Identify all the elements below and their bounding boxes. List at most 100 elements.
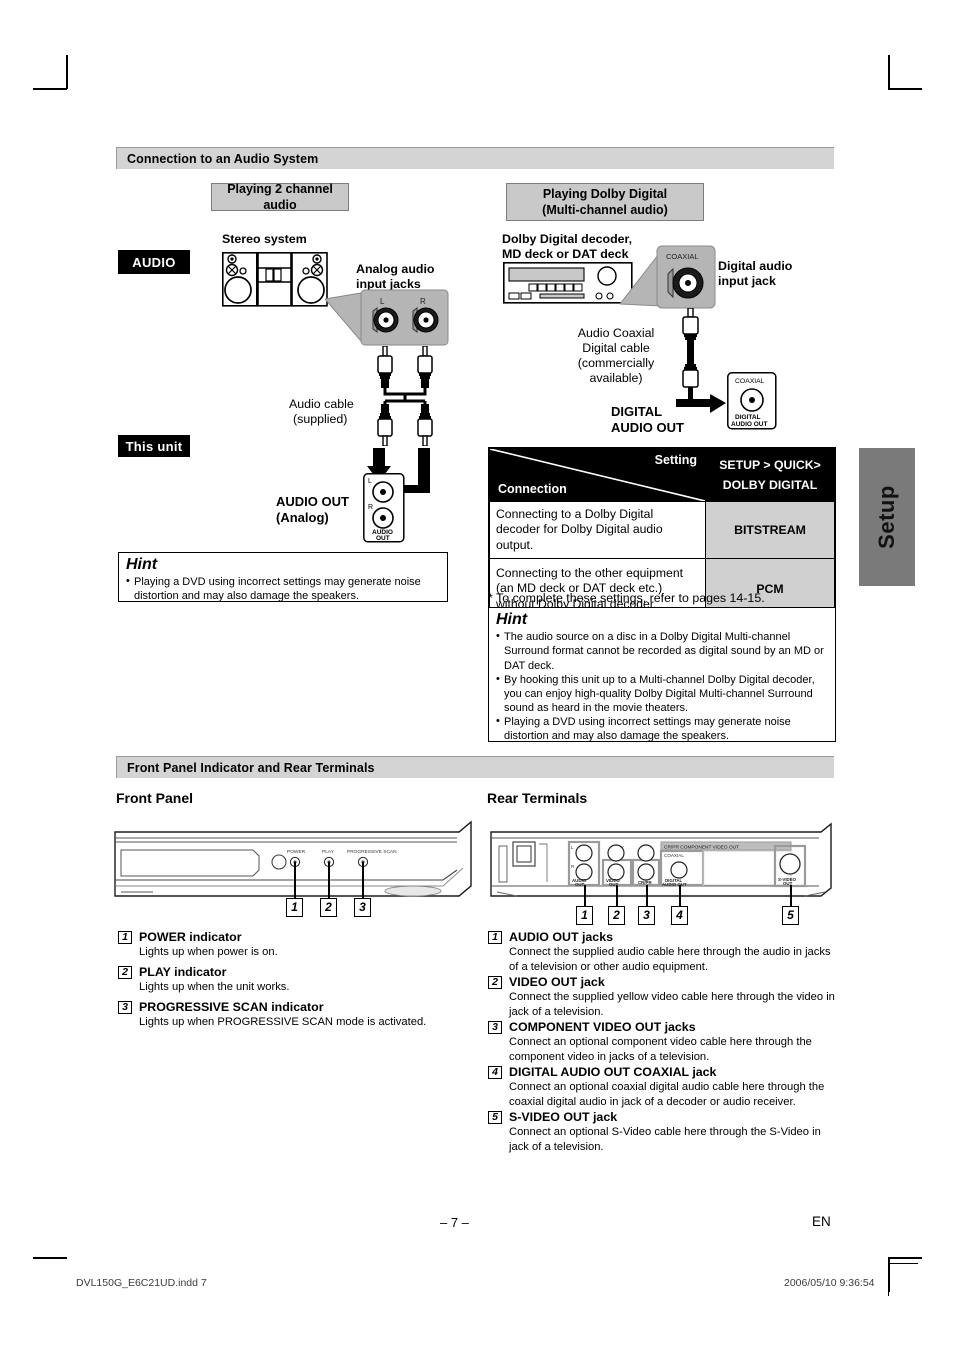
label-coax-cable-line4: available) <box>589 371 643 385</box>
crop-mark-bottom-right-h <box>888 1257 922 1259</box>
item-description: Lights up when power is on. <box>139 946 278 959</box>
setting-value-cell: BITSTREAM <box>705 500 835 560</box>
item-title: PLAY indicator <box>139 965 227 979</box>
item-number: 3 <box>488 1021 502 1034</box>
callout-line-rear-5 <box>790 885 792 907</box>
callout-line-3 <box>362 862 364 898</box>
svg-text:R: R <box>420 297 426 306</box>
item-description: Connect the supplied audio cable here th… <box>509 946 831 973</box>
footer-timestamp: 2006/05/10 9:36:54 <box>784 1277 875 1289</box>
callout-number-rear-1: 1 <box>576 906 593 925</box>
callout-number-front-2: 2 <box>320 898 337 917</box>
item-number: 3 <box>118 1001 132 1014</box>
crop-mark-top-left-v <box>66 55 68 89</box>
caption-playing-dolby-digital: Playing Dolby Digital (Multi-channel aud… <box>506 183 704 221</box>
svg-text:CR/PR COMPONENT VIDEO OUT: CR/PR COMPONENT VIDEO OUT <box>664 845 739 851</box>
svg-text:L: L <box>380 297 385 306</box>
section-header-front-rear: Front Panel Indicator and Rear Terminals <box>116 756 838 782</box>
hint-list: Playing a DVD using incorrect settings m… <box>126 574 440 603</box>
item-number: 1 <box>488 931 502 944</box>
svg-text:L: L <box>368 478 372 485</box>
item-description: Connect an optional S-Video cable here t… <box>509 1126 821 1153</box>
front-panel-item-2: 2 PLAY indicator Lights up when the unit… <box>118 965 468 995</box>
item-title: POWER indicator <box>139 930 242 944</box>
header-setup-path: SETUP > QUICK> DOLBY DIGITAL <box>705 448 835 502</box>
item-description: Lights up when the unit works. <box>139 981 290 994</box>
hint-title: Hint <box>496 611 528 628</box>
unit-digital-audio-out-jack: COAXIAL DIGITAL AUDIO OUT <box>727 372 777 430</box>
callout-number-rear-5: 5 <box>782 906 799 925</box>
header-setting-label: Setting <box>654 453 697 467</box>
audio-cable-illustration <box>366 346 444 446</box>
label-audio-out-line2: (Analog) <box>276 510 329 525</box>
coaxial-cable-illustration <box>676 308 706 408</box>
crop-mark-top-left-h <box>33 88 67 90</box>
badge-audio: AUDIO <box>118 250 190 274</box>
svg-text:PROGRESSIVE SCAN: PROGRESSIVE SCAN <box>347 849 397 855</box>
page-number: – 7 – <box>440 1215 469 1230</box>
hint-box-right: Hint The audio source on a disc in a Dol… <box>488 607 836 742</box>
label-digital-input-jack-line1: Digital audio <box>718 259 793 273</box>
svg-text:COAXIAL: COAXIAL <box>735 378 765 385</box>
callout-number-rear-2: 2 <box>608 906 625 925</box>
item-title: AUDIO OUT jacks <box>509 930 613 944</box>
item-title: S-VIDEO OUT jack <box>509 1110 618 1124</box>
footer-rule <box>890 1263 918 1265</box>
item-title: COMPONENT VIDEO OUT jacks <box>509 1020 696 1034</box>
callout-number-rear-4: 4 <box>671 906 688 925</box>
svg-text:R: R <box>368 504 373 511</box>
table-header-row: Setting Connection SETUP > QUICK> DOLBY … <box>489 448 835 502</box>
caption-playing-2-channel: Playing 2 channel audio <box>211 182 349 212</box>
item-title: PROGRESSIVE SCAN indicator <box>139 1000 324 1014</box>
callout-line-rear-3 <box>646 885 648 907</box>
callout-line-2 <box>328 862 330 898</box>
digital-input-jack-panel: COAXIAL <box>620 244 716 310</box>
subtitle-front-panel: Front Panel <box>116 790 194 806</box>
svg-text:AUDIO OUT: AUDIO OUT <box>662 882 687 887</box>
svg-text:POWER: POWER <box>287 849 306 855</box>
rear-terminals-illustration: L R AUDIO OUT Y VIDEO OUT CR/PR CR/PR CO… <box>487 820 835 905</box>
rear-terminal-item-3: 3 COMPONENT VIDEO OUT jacks Connect an o… <box>488 1020 836 1064</box>
item-description: Connect an optional component video cabl… <box>509 1036 812 1063</box>
svg-text:AUDIO OUT: AUDIO OUT <box>731 421 768 428</box>
label-stereo-system: Stereo system <box>222 232 307 246</box>
item-title: DIGITAL AUDIO OUT COAXIAL jack <box>509 1065 717 1079</box>
front-panel-item-1: 1 POWER indicator Lights up when power i… <box>118 930 468 960</box>
label-digital-input-jack-line2: input jack <box>718 274 776 288</box>
item-description: Connect an optional coaxial digital audi… <box>509 1081 825 1108</box>
header-setup-line1: SETUP > QUICK> <box>719 457 821 472</box>
stereo-system-illustration <box>222 252 328 307</box>
caption-line2: (Multi-channel audio) <box>542 203 668 217</box>
label-decoder-line2: MD deck or DAT deck <box>502 247 629 261</box>
rear-terminal-item-4: 4 DIGITAL AUDIO OUT COAXIAL jack Connect… <box>488 1065 836 1109</box>
item-number: 1 <box>118 931 132 944</box>
label-audio-out-line1: AUDIO OUT <box>276 494 349 509</box>
item-title: VIDEO OUT jack <box>509 975 605 989</box>
settings-table-note: * To complete these settings, refer to p… <box>488 591 765 605</box>
label-audio-cable-line1: Audio cable <box>289 397 354 411</box>
callout-number-front-1: 1 <box>286 898 303 917</box>
footer-rule-vertical <box>888 1268 890 1296</box>
analog-input-jack-panel: L R <box>325 285 449 347</box>
svg-text:PLAY: PLAY <box>322 849 335 855</box>
callout-line-rear-2 <box>616 885 618 907</box>
hint-item: The audio source on a disc in a Dolby Di… <box>496 629 828 672</box>
rear-terminal-item-1: 1 AUDIO OUT jacks Connect the supplied a… <box>488 930 836 974</box>
label-digital-audio-out-line1: DIGITAL <box>611 404 663 419</box>
hint-item: Playing a DVD using incorrect settings m… <box>496 714 828 743</box>
rear-terminal-item-2: 2 VIDEO OUT jack Connect the supplied ye… <box>488 975 836 1019</box>
language-mark: EN <box>812 1214 831 1229</box>
label-decoder-line1: Dolby Digital decoder, <box>502 232 633 246</box>
label-coax-cable-line3: (commercially <box>577 356 655 370</box>
rear-terminal-item-5: 5 S-VIDEO OUT jack Connect an optional S… <box>488 1110 836 1154</box>
callout-line-rear-1 <box>584 885 586 907</box>
svg-text:COAXIAL: COAXIAL <box>664 853 684 858</box>
side-tab-label: Setup <box>874 485 899 549</box>
badge-this-unit: This unit <box>118 435 190 457</box>
crop-mark-bottom-left-h <box>33 1257 67 1259</box>
label-audio-cable-line2: (supplied) <box>293 412 348 426</box>
footer-filename: DVL150G_E6C21UD.indd 7 <box>76 1277 207 1289</box>
label-digital-audio-out-line2: AUDIO OUT <box>611 420 684 435</box>
hint-title: Hint <box>126 556 158 573</box>
hint-box-left: Hint Playing a DVD using incorrect setti… <box>118 552 448 602</box>
